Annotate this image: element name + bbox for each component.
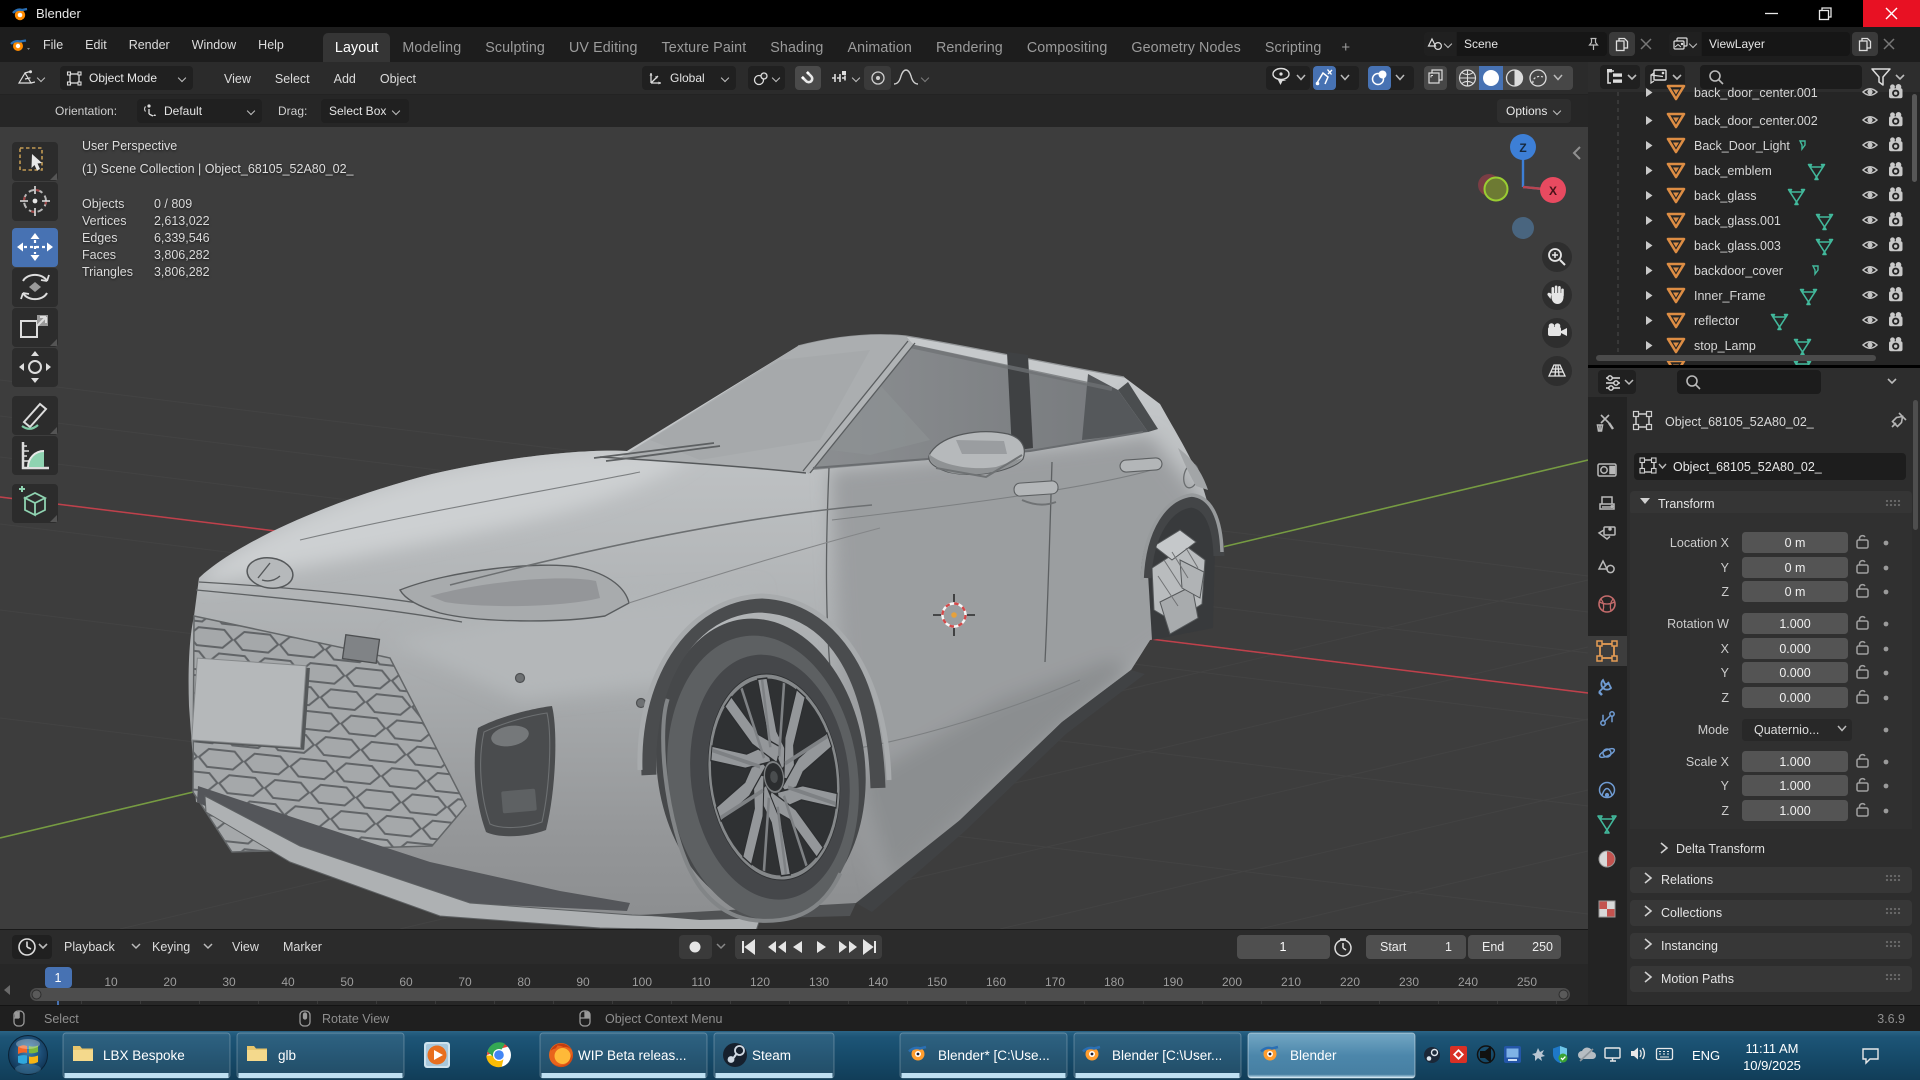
svg-text:Motion Paths: Motion Paths xyxy=(1661,972,1734,986)
svg-text:230: 230 xyxy=(1399,975,1419,989)
svg-text:Rotate View: Rotate View xyxy=(322,1012,390,1026)
svg-text:Inner_Frame: Inner_Frame xyxy=(1694,289,1766,303)
svg-text:10: 10 xyxy=(104,975,118,989)
svg-text:0.000: 0.000 xyxy=(1779,642,1810,656)
svg-text:LBX Bespoke: LBX Bespoke xyxy=(103,1048,185,1063)
svg-text:Select: Select xyxy=(44,1012,79,1026)
svg-text:backdoor_cover: backdoor_cover xyxy=(1694,264,1783,278)
svg-text:Blender: Blender xyxy=(1290,1048,1337,1063)
svg-text:120: 120 xyxy=(750,975,770,989)
svg-text:Transform: Transform xyxy=(1658,497,1715,511)
svg-text:240: 240 xyxy=(1458,975,1478,989)
svg-text:back_door_center.002: back_door_center.002 xyxy=(1694,114,1818,128)
svg-text:190: 190 xyxy=(1163,975,1183,989)
svg-text:110: 110 xyxy=(691,975,710,989)
svg-text:50: 50 xyxy=(340,975,354,989)
svg-text:1.000: 1.000 xyxy=(1779,804,1810,818)
svg-text:Scale X: Scale X xyxy=(1686,755,1730,769)
svg-text:End: End xyxy=(1482,940,1504,954)
svg-text:3.6.9: 3.6.9 xyxy=(1877,1012,1905,1026)
svg-text:100: 100 xyxy=(632,975,652,989)
svg-text:30: 30 xyxy=(222,975,236,989)
svg-text:Object_68105_52A80_02_: Object_68105_52A80_02_ xyxy=(1665,415,1815,429)
svg-text:View: View xyxy=(232,940,260,954)
svg-text:80: 80 xyxy=(517,975,531,989)
svg-text:70: 70 xyxy=(458,975,472,989)
svg-text:0.000: 0.000 xyxy=(1779,666,1810,680)
svg-text:160: 160 xyxy=(986,975,1006,989)
svg-text:Playback: Playback xyxy=(64,940,115,954)
svg-text:Relations: Relations xyxy=(1661,873,1713,887)
svg-text:Keying: Keying xyxy=(152,940,190,954)
svg-text:X: X xyxy=(1549,184,1557,198)
svg-text:back_glass.003: back_glass.003 xyxy=(1694,239,1781,253)
svg-text:Start: Start xyxy=(1380,940,1407,954)
svg-text:Y: Y xyxy=(1721,779,1730,793)
svg-text:1: 1 xyxy=(1445,940,1452,954)
svg-text:ENG: ENG xyxy=(1692,1048,1720,1063)
svg-text:90: 90 xyxy=(576,975,590,989)
svg-text:Quaternio...: Quaternio... xyxy=(1754,723,1819,737)
svg-text:X: X xyxy=(1721,642,1730,656)
svg-text:stop_Lamp: stop_Lamp xyxy=(1694,339,1756,353)
svg-text:Z: Z xyxy=(1721,691,1729,705)
svg-text:back_emblem: back_emblem xyxy=(1694,164,1772,178)
svg-text:250: 250 xyxy=(1517,975,1537,989)
svg-text:glb: glb xyxy=(278,1048,296,1063)
svg-text:60: 60 xyxy=(399,975,413,989)
svg-text:Location X: Location X xyxy=(1670,536,1730,550)
svg-text:150: 150 xyxy=(927,975,947,989)
svg-text:Marker: Marker xyxy=(283,940,322,954)
svg-text:180: 180 xyxy=(1104,975,1124,989)
svg-text:Rotation W: Rotation W xyxy=(1667,617,1729,631)
svg-text:Object_68105_52A80_02_: Object_68105_52A80_02_ xyxy=(1673,460,1823,474)
svg-text:130: 130 xyxy=(809,975,829,989)
svg-text:1.000: 1.000 xyxy=(1779,755,1810,769)
svg-text:10/9/2025: 10/9/2025 xyxy=(1743,1058,1801,1073)
svg-text:back_glass: back_glass xyxy=(1694,189,1757,203)
svg-text:170: 170 xyxy=(1045,975,1065,989)
svg-text:200: 200 xyxy=(1222,975,1242,989)
svg-text:Object Context Menu: Object Context Menu xyxy=(605,1012,722,1026)
svg-text:Y: Y xyxy=(1721,561,1730,575)
svg-text:0 m: 0 m xyxy=(1785,536,1806,550)
svg-text:1: 1 xyxy=(55,971,62,985)
svg-text:reflector: reflector xyxy=(1694,314,1739,328)
svg-text:Instancing: Instancing xyxy=(1661,939,1718,953)
svg-text:220: 220 xyxy=(1340,975,1360,989)
svg-text:Steam: Steam xyxy=(752,1048,791,1063)
svg-text:Back_Door_Light: Back_Door_Light xyxy=(1694,139,1790,153)
svg-text:1.000: 1.000 xyxy=(1779,617,1810,631)
svg-text:20: 20 xyxy=(163,975,177,989)
svg-text:Mode: Mode xyxy=(1698,723,1729,737)
svg-text:Blender* [C:\Use...: Blender* [C:\Use... xyxy=(938,1048,1050,1063)
svg-text:back_door_center.001: back_door_center.001 xyxy=(1694,86,1818,100)
svg-text:40: 40 xyxy=(281,975,295,989)
svg-text:0 m: 0 m xyxy=(1785,561,1806,575)
svg-text:back_glass.001: back_glass.001 xyxy=(1694,214,1781,228)
svg-text:250: 250 xyxy=(1532,940,1553,954)
svg-text:Y: Y xyxy=(1721,666,1730,680)
svg-text:11:11 AM: 11:11 AM xyxy=(1746,1041,1799,1056)
svg-text:140: 140 xyxy=(868,975,888,989)
svg-text:210: 210 xyxy=(1281,975,1301,989)
svg-text:Z: Z xyxy=(1721,585,1729,599)
svg-text:WIP Beta releas...: WIP Beta releas... xyxy=(578,1048,687,1063)
svg-text:1.000: 1.000 xyxy=(1779,779,1810,793)
svg-text:0 m: 0 m xyxy=(1785,585,1806,599)
svg-text:1: 1 xyxy=(1280,940,1287,954)
svg-text:Collections: Collections xyxy=(1661,906,1722,920)
svg-text:Blender [C:\User...: Blender [C:\User... xyxy=(1112,1048,1222,1063)
svg-text:0.000: 0.000 xyxy=(1779,691,1810,705)
svg-text:Z: Z xyxy=(1519,141,1526,155)
svg-text:Delta Transform: Delta Transform xyxy=(1676,842,1765,856)
svg-text:Z: Z xyxy=(1721,804,1729,818)
